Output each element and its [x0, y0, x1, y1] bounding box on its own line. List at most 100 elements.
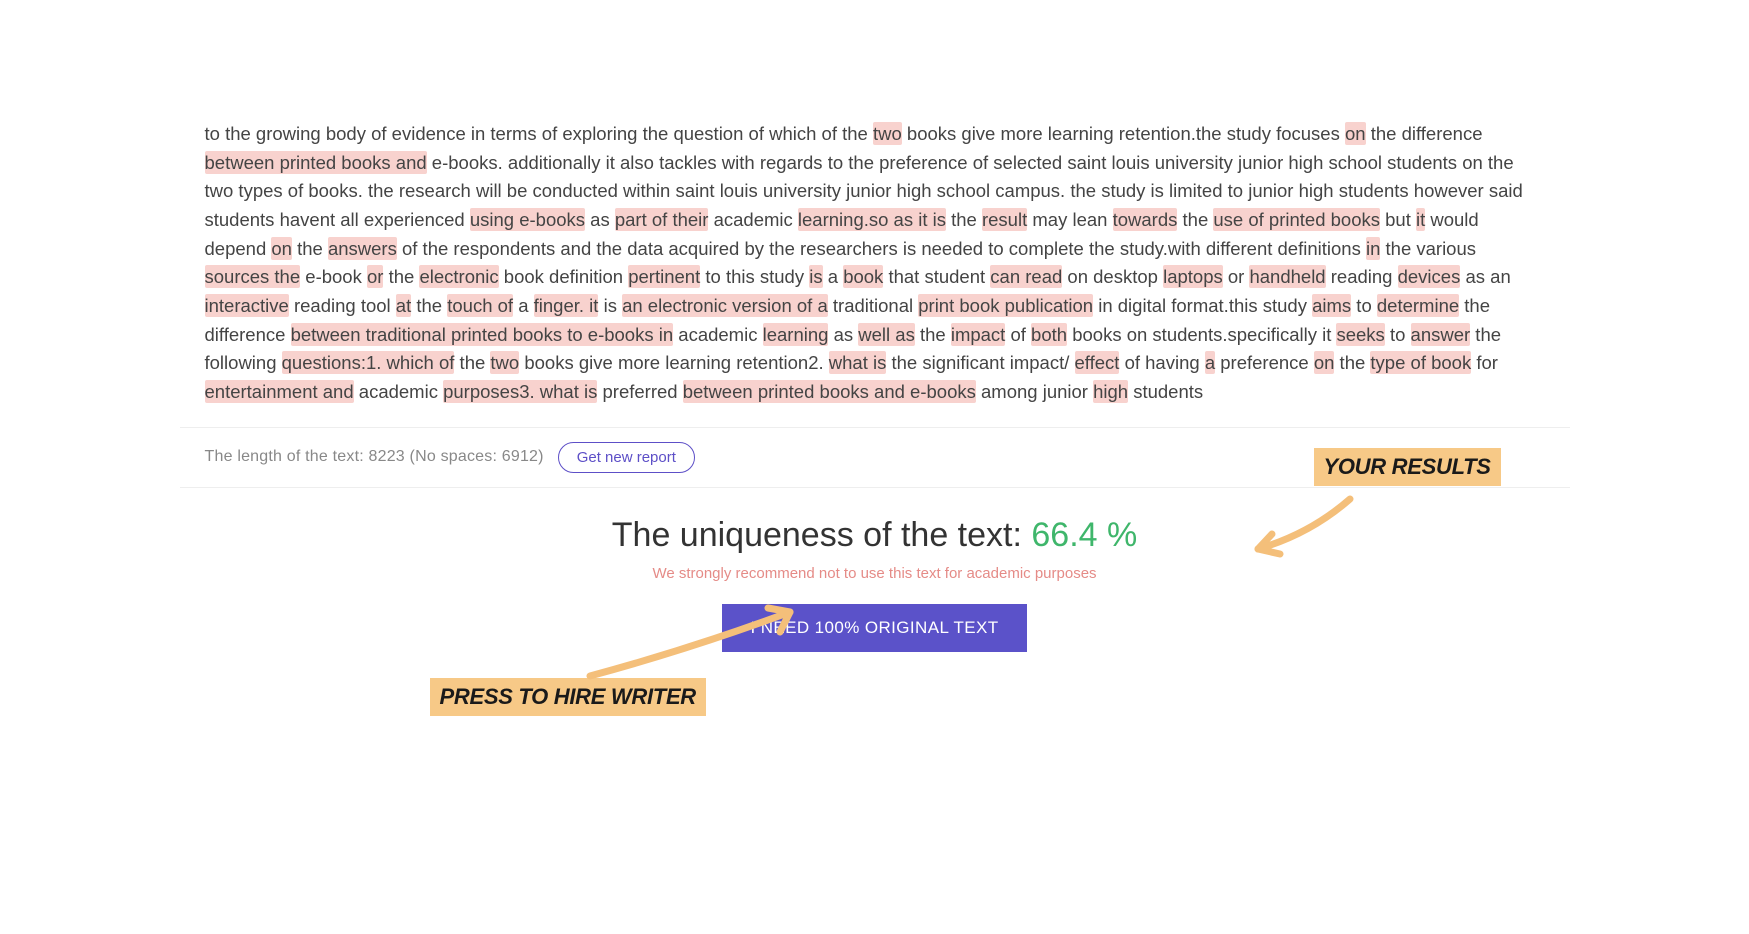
annotation-your-results: YOUR RESULTS — [1314, 448, 1501, 486]
highlighted-phrase: at — [396, 294, 411, 317]
text-segment: to this study — [700, 266, 809, 287]
text-segment: books give more learning retention2. — [519, 352, 829, 373]
highlighted-phrase: questions:1. which of — [282, 351, 455, 374]
highlighted-phrase: on — [1314, 351, 1335, 374]
highlighted-phrase: in — [1366, 237, 1380, 260]
highlighted-phrase: between printed books and e-books — [683, 380, 976, 403]
highlighted-phrase: learning.so as it is — [798, 208, 946, 231]
text-segment: the — [1334, 352, 1370, 373]
text-segment: a — [513, 295, 534, 316]
highlighted-phrase: part of their — [615, 208, 709, 231]
highlighted-phrase: aims — [1312, 294, 1351, 317]
highlighted-phrase: is — [809, 265, 822, 288]
text-segment: the — [383, 266, 419, 287]
text-segment: to — [1385, 324, 1411, 345]
text-segment: or — [1223, 266, 1250, 287]
text-segment: a — [823, 266, 844, 287]
highlighted-phrase: laptops — [1163, 265, 1223, 288]
text-segment: students — [1128, 381, 1203, 402]
highlighted-phrase: answer — [1411, 323, 1471, 346]
text-segment: reading tool — [289, 295, 396, 316]
highlighted-phrase: sources the — [205, 265, 301, 288]
text-segment: academic — [708, 209, 797, 230]
highlighted-phrase: handheld — [1249, 265, 1325, 288]
uniqueness-value: 66.4 % — [1031, 516, 1137, 554]
highlighted-phrase: on — [1345, 122, 1366, 145]
highlighted-phrase: can read — [990, 265, 1062, 288]
text-segment: the — [292, 238, 328, 259]
highlighted-phrase: devices — [1398, 265, 1461, 288]
text-segment: for — [1471, 352, 1498, 373]
highlighted-phrase: effect — [1075, 351, 1120, 374]
highlighted-phrase: on — [271, 237, 292, 260]
text-segment: the — [454, 352, 490, 373]
highlighted-phrase: purposes3. what is — [443, 380, 597, 403]
highlighted-phrase: towards — [1113, 208, 1178, 231]
uniqueness-line: The uniqueness of the text: 66.4 % — [205, 516, 1545, 555]
text-segment: to the growing body of evidence in terms… — [205, 123, 873, 144]
highlighted-phrase: result — [982, 208, 1027, 231]
text-segment: as — [585, 209, 615, 230]
text-segment: of the respondents and the data acquired… — [397, 238, 1366, 259]
highlighted-phrase: impact — [951, 323, 1006, 346]
highlighted-phrase: touch of — [447, 294, 513, 317]
text-segment: reading — [1326, 266, 1398, 287]
annotation-press-to-hire: PRESS TO HIRE WRITER — [430, 678, 706, 716]
text-segment: the significant impact/ — [886, 352, 1074, 373]
text-length-label: The length of the text: 8223 (No spaces:… — [205, 448, 544, 466]
highlighted-phrase: high — [1093, 380, 1128, 403]
result-panel: The uniqueness of the text: 66.4 % We st… — [180, 487, 1570, 688]
text-segment: that student — [883, 266, 990, 287]
text-segment: book definition — [499, 266, 629, 287]
highlighted-phrase: answers — [328, 237, 397, 260]
analyzed-text: to the growing body of evidence in terms… — [205, 120, 1545, 407]
highlighted-phrase: print book publication — [918, 294, 1093, 317]
text-segment: as — [828, 324, 858, 345]
uniqueness-prefix: The uniqueness of the text: — [612, 516, 1032, 554]
highlighted-phrase: between printed books and — [205, 151, 427, 174]
text-segment: is — [598, 295, 622, 316]
highlighted-phrase: or — [367, 265, 383, 288]
text-segment: books on students.specifically it — [1067, 324, 1336, 345]
text-segment: the — [411, 295, 447, 316]
text-segment: in digital format.this study — [1093, 295, 1312, 316]
get-new-report-button[interactable]: Get new report — [558, 442, 695, 473]
highlighted-phrase: what is — [829, 351, 887, 374]
text-segment: academic — [673, 324, 762, 345]
text-segment: may lean — [1027, 209, 1112, 230]
text-segment: preferred — [597, 381, 682, 402]
highlighted-phrase: finger. it — [534, 294, 599, 317]
highlighted-phrase: between traditional printed books to e-b… — [291, 323, 674, 346]
text-segment: the — [946, 209, 982, 230]
highlighted-phrase: pertinent — [628, 265, 700, 288]
text-segment: of — [1005, 324, 1031, 345]
highlighted-phrase: use of printed books — [1213, 208, 1380, 231]
text-segment: on desktop — [1062, 266, 1163, 287]
highlighted-phrase: learning — [763, 323, 829, 346]
highlighted-phrase: type of book — [1370, 351, 1471, 374]
text-segment: as an — [1460, 266, 1510, 287]
text-segment: to — [1351, 295, 1377, 316]
highlighted-phrase: seeks — [1336, 323, 1384, 346]
highlighted-phrase: two — [873, 122, 902, 145]
text-segment: e-book — [300, 266, 367, 287]
text-segment: traditional — [828, 295, 919, 316]
text-segment: but — [1380, 209, 1416, 230]
highlighted-phrase: an electronic version of a — [622, 294, 828, 317]
text-segment: among junior — [976, 381, 1093, 402]
highlighted-phrase: using e-books — [470, 208, 585, 231]
text-segment: the various — [1380, 238, 1476, 259]
text-segment: preference — [1215, 352, 1314, 373]
highlighted-phrase: entertainment and — [205, 380, 354, 403]
text-segment: the — [915, 324, 951, 345]
highlighted-phrase: determine — [1377, 294, 1459, 317]
highlighted-phrase: interactive — [205, 294, 289, 317]
highlighted-phrase: both — [1031, 323, 1067, 346]
text-segment: the — [1177, 209, 1213, 230]
need-original-text-button[interactable]: I NEED 100% ORIGINAL TEXT — [722, 604, 1026, 652]
warning-text: We strongly recommend not to use this te… — [205, 565, 1545, 582]
highlighted-phrase: a — [1205, 351, 1215, 374]
highlighted-phrase: well as — [858, 323, 915, 346]
text-segment: academic — [354, 381, 443, 402]
text-segment: the difference — [1366, 123, 1483, 144]
